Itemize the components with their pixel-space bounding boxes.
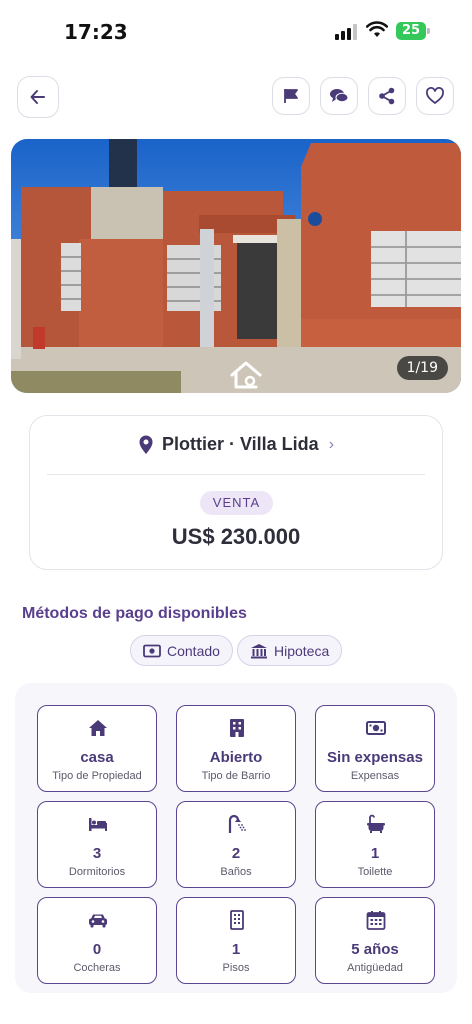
- feature-value: Sin expensas: [327, 749, 423, 766]
- battery-icon: 25: [396, 22, 430, 40]
- feature-value: Abierto: [209, 749, 263, 766]
- chevron-right-icon: ›: [328, 435, 335, 453]
- feature-value: 5 años: [351, 941, 399, 958]
- feature-value: 1: [231, 941, 241, 958]
- payment-chip-label: Contado: [167, 642, 220, 659]
- feature-label: Expensas: [350, 770, 400, 782]
- feature-value: 2: [231, 845, 241, 862]
- location-link[interactable]: Plottier · Villa Lida ›: [30, 434, 442, 455]
- feature-label: Pisos: [222, 962, 250, 974]
- feature-value: 3: [92, 845, 102, 862]
- status-bar: 17:23 25: [0, 0, 472, 60]
- logo-watermark-icon: [230, 361, 262, 389]
- cash-icon: [143, 644, 161, 657]
- bed-icon: [89, 818, 107, 831]
- heart-icon: [426, 87, 444, 104]
- features-panel: casa Tipo de Propiedad Abierto Tipo de B…: [15, 683, 457, 993]
- floors-icon: [230, 910, 244, 930]
- property-photo[interactable]: 1/19: [11, 139, 461, 393]
- divider: [47, 474, 425, 475]
- location-text: Plottier · Villa Lida: [161, 434, 319, 454]
- feature-tipo-barrio: Abierto Tipo de Barrio: [176, 705, 296, 792]
- photo-counter: 1/19: [396, 356, 448, 380]
- shower-icon: [228, 814, 246, 833]
- feature-dormitorios: 3 Dormitorios: [37, 801, 157, 888]
- feature-label: Cocheras: [73, 962, 121, 974]
- feature-value: 0: [92, 941, 102, 958]
- share-icon: [379, 87, 395, 105]
- feature-label: Toilette: [357, 866, 393, 878]
- battery-level: 25: [396, 22, 426, 40]
- feature-label: Antigüedad: [347, 962, 403, 974]
- status-time: 17:23: [64, 20, 128, 44]
- car-icon: [89, 914, 107, 928]
- feature-value: casa: [80, 749, 114, 766]
- chat-button[interactable]: [320, 77, 358, 115]
- feature-label: Tipo de Propiedad: [52, 770, 142, 782]
- house-icon: [89, 720, 107, 736]
- feature-pisos: 1 Pisos: [176, 897, 296, 984]
- chat-icon: [330, 89, 349, 103]
- money-icon: [366, 721, 386, 735]
- feature-label: Dormitorios: [68, 866, 126, 878]
- feature-banos: 2 Baños: [176, 801, 296, 888]
- feature-toilette: 1 Toilette: [315, 801, 435, 888]
- feature-expensas: Sin expensas Expensas: [315, 705, 435, 792]
- bank-icon: [251, 643, 267, 658]
- back-button[interactable]: [17, 76, 59, 118]
- payment-chip-hipoteca: Hipoteca: [237, 635, 343, 666]
- feature-cocheras: 0 Cocheras: [37, 897, 157, 984]
- house-photo-image: [11, 139, 461, 393]
- feature-tipo-propiedad: casa Tipo de Propiedad: [37, 705, 157, 792]
- feature-antiguedad: 5 años Antigüedad: [315, 897, 435, 984]
- feature-value: 1: [370, 845, 380, 862]
- payment-chip-label: Hipoteca: [274, 642, 330, 659]
- operation-badge: VENTA: [200, 491, 273, 515]
- flag-icon: [284, 89, 298, 103]
- wifi-icon: [366, 21, 388, 37]
- favorite-button[interactable]: [416, 77, 454, 115]
- feature-label: Tipo de Barrio: [201, 770, 271, 782]
- price: US$ 230.000: [171, 524, 301, 549]
- building-icon: [230, 719, 244, 737]
- payment-chip-contado: Contado: [130, 635, 233, 666]
- location-pin-icon: [139, 435, 153, 454]
- feature-label: Baños: [220, 866, 252, 878]
- share-button[interactable]: [368, 77, 406, 115]
- price-card: Plottier · Villa Lida › VENTA US$ 230.00…: [29, 415, 443, 570]
- bathtub-icon: [367, 814, 385, 833]
- payment-methods-title: Métodos de pago disponibles: [22, 605, 247, 622]
- arrow-left-icon: [30, 90, 45, 104]
- signal-icon: [335, 24, 357, 40]
- calendar-icon: [366, 911, 386, 930]
- report-button[interactable]: [272, 77, 310, 115]
